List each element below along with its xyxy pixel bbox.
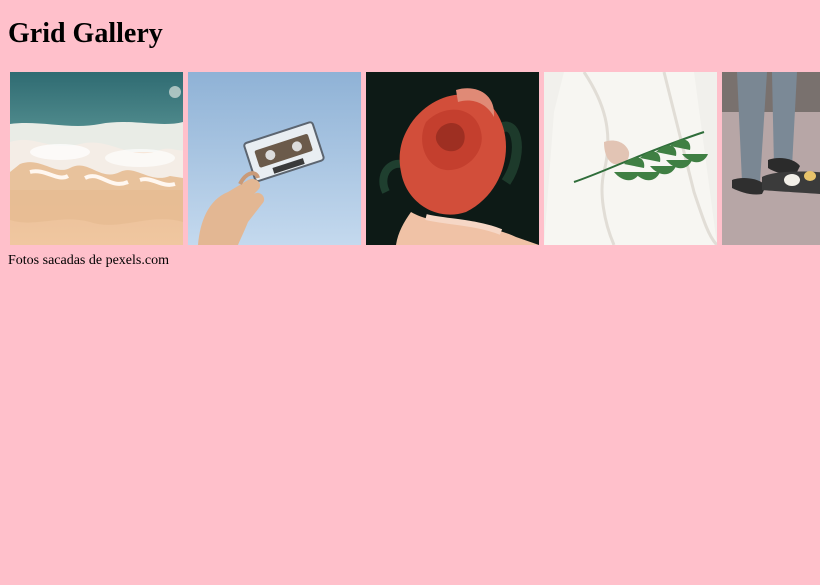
red-rose-photo bbox=[366, 72, 539, 245]
photo-credit-caption: Fotos sacadas de pexels.com bbox=[8, 253, 169, 268]
skateboard-feet-photo bbox=[722, 72, 820, 245]
page-title: Grid Gallery bbox=[8, 18, 163, 49]
page: Grid Gallery Fotos sacadas de pexels.com bbox=[0, 0, 820, 585]
cassette-tape-photo bbox=[188, 72, 361, 245]
beach-waves-photo bbox=[10, 72, 183, 245]
photo-gallery bbox=[10, 72, 820, 245]
fern-leaf-photo bbox=[544, 72, 717, 245]
